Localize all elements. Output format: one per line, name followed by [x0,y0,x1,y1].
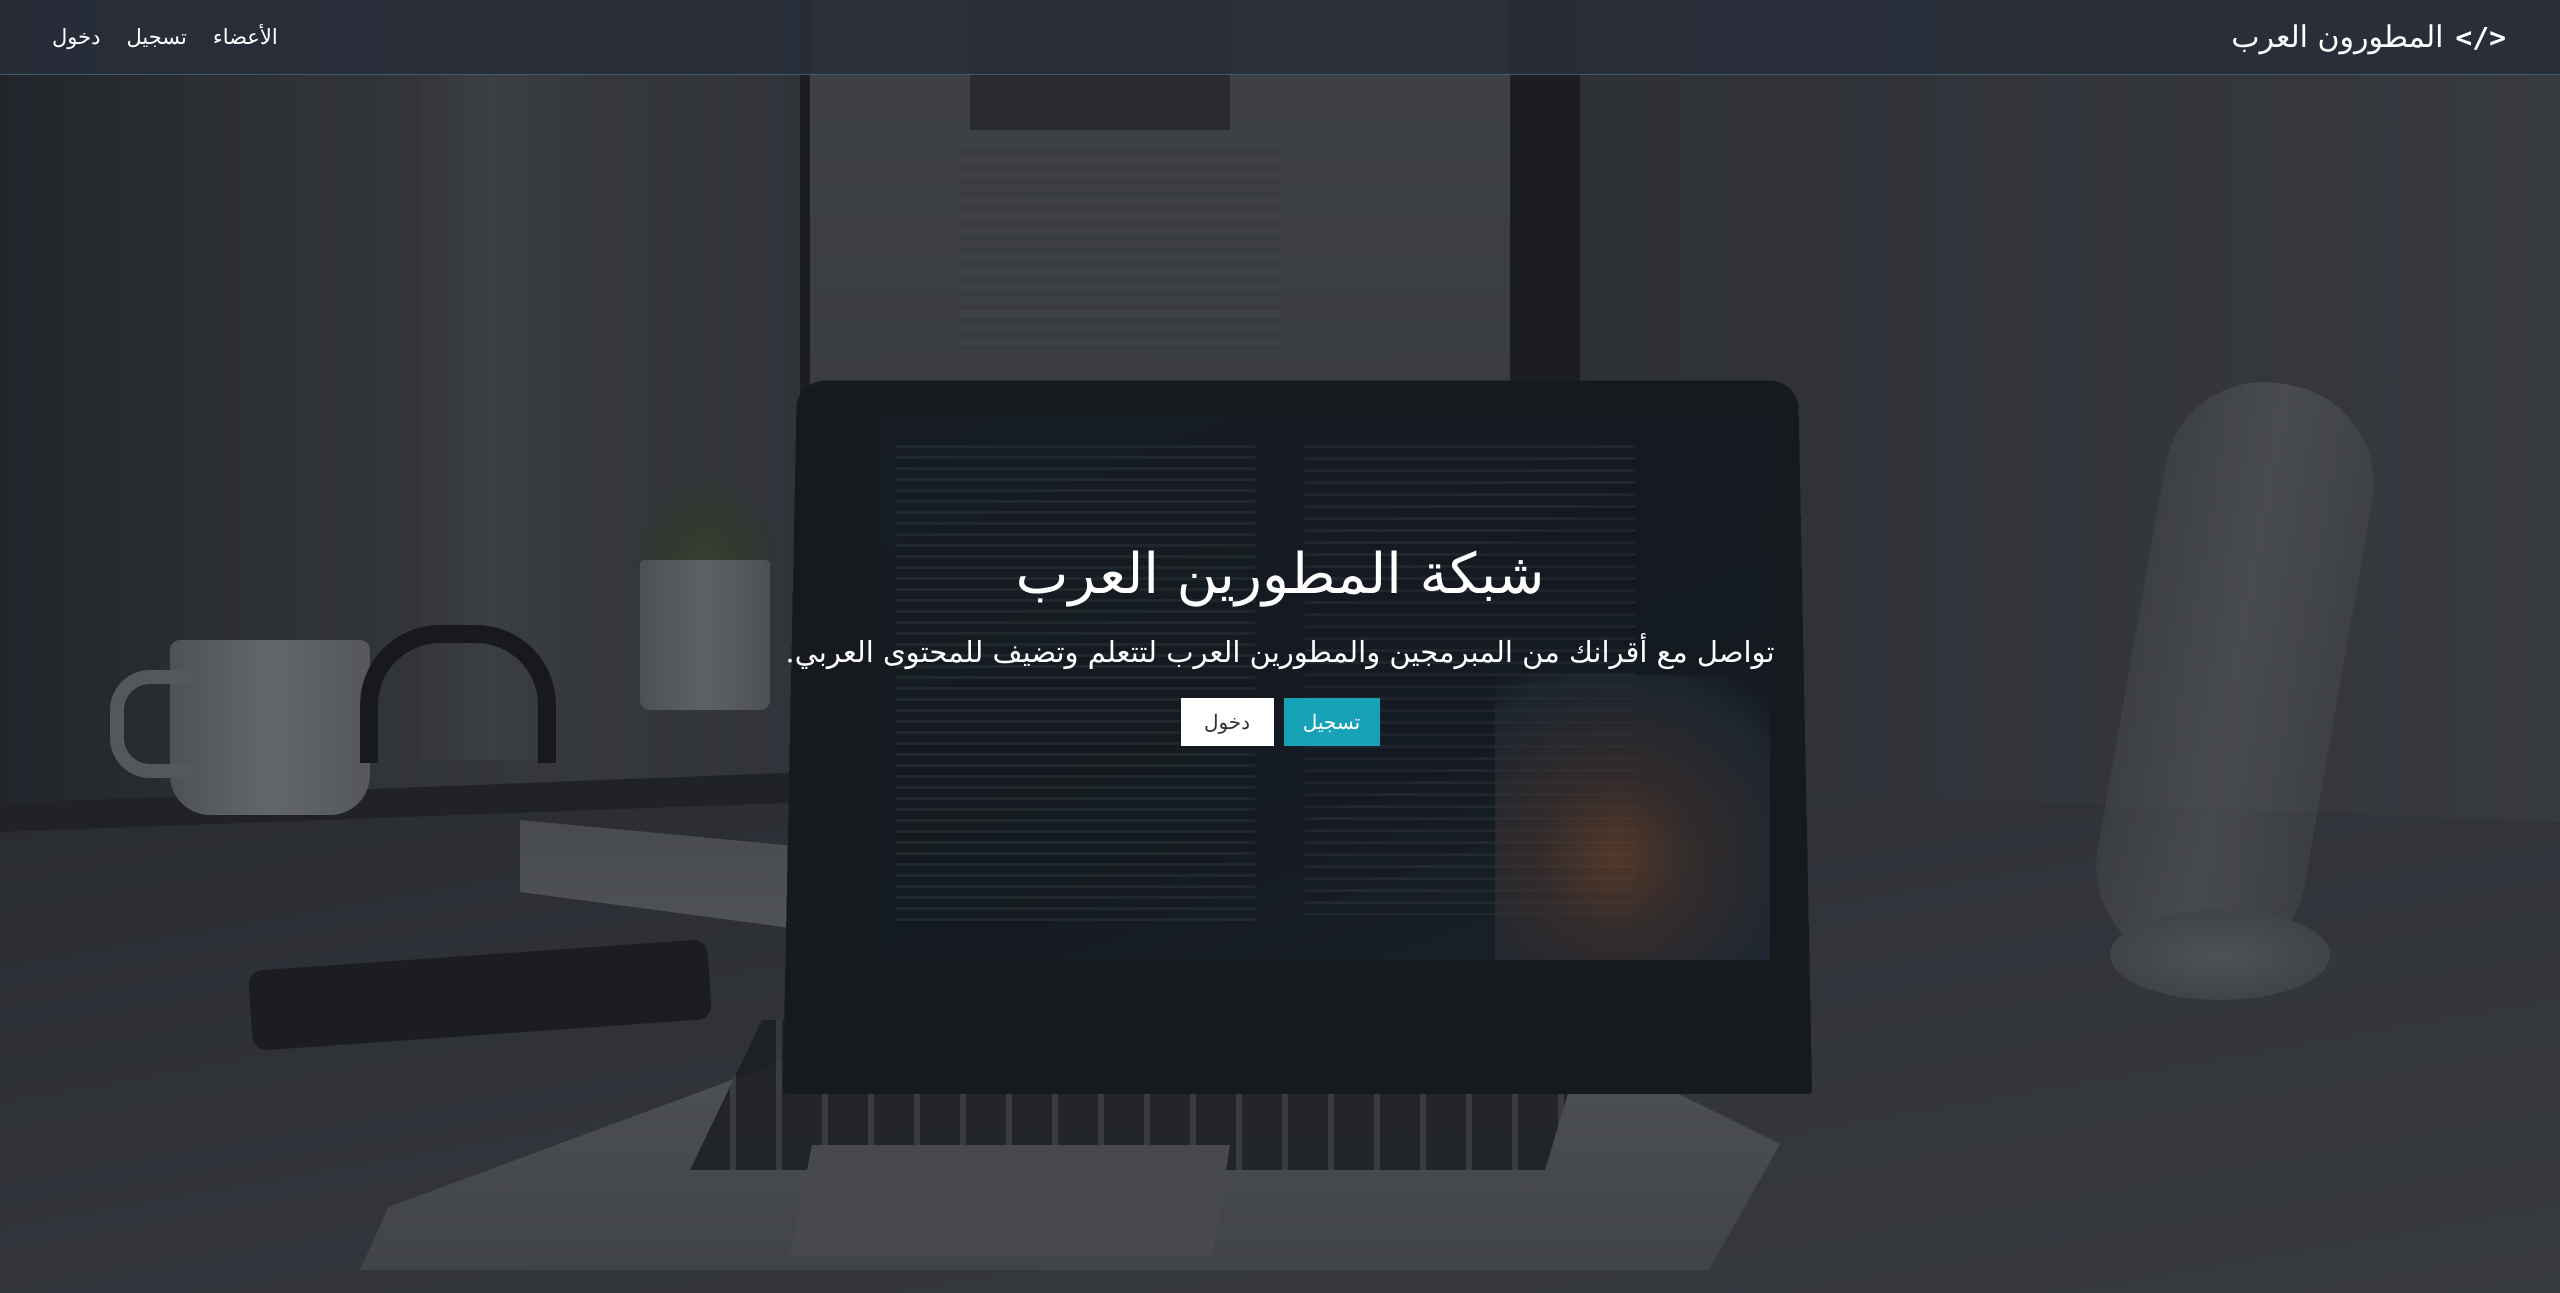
nav-link-members[interactable]: الأعضاء [213,25,278,49]
landing-page: </> المطورون العرب دخول تسجيل الأعضاء شب… [0,0,2560,1293]
brand-label: المطورون العرب [2231,19,2444,55]
hero-section: شبكة المطورين العرب تواصل مع أقرانك من ا… [0,540,2560,746]
nav-link-register[interactable]: تسجيل [126,25,186,49]
brand-link[interactable]: </> المطورون العرب [2231,0,2506,74]
register-button[interactable]: تسجيل [1283,698,1380,746]
hero-title: شبكة المطورين العرب [1015,542,1545,607]
hero-subtitle: تواصل مع أقرانك من المبرمجين والمطورين ا… [785,635,1775,669]
nav-links: دخول تسجيل الأعضاء [52,0,278,74]
hero-buttons: تسجيل دخول [0,698,2560,746]
nav-link-login[interactable]: دخول [52,25,100,49]
code-icon: </> [2455,20,2506,54]
login-button[interactable]: دخول [1180,698,1274,746]
navbar: </> المطورون العرب دخول تسجيل الأعضاء [0,0,2560,75]
